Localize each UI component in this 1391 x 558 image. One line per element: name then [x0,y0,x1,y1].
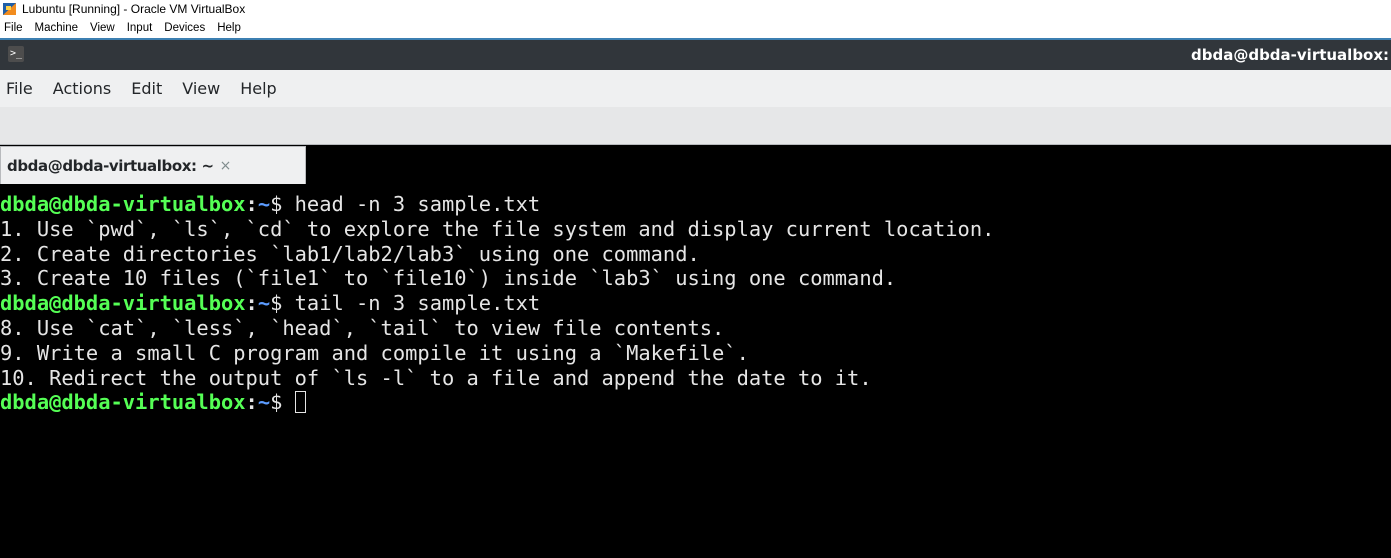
terminal-cursor [294,391,306,414]
guest-titlebar[interactable]: >_ dbda@dbda-virtualbox: ~ [0,40,1391,70]
tab-terminal[interactable]: dbda@dbda-virtualbox: ~ × [0,146,306,184]
host-menu-devices[interactable]: Devices [158,18,211,38]
prompt-line: dbda@dbda-virtualbox:~$ tail -n 3 sample… [0,291,994,316]
host-menu-help[interactable]: Help [211,18,247,38]
output-line: 3. Create 10 files (`file1` to `file10`)… [0,266,897,291]
prompt-path: ~ [257,390,271,415]
close-icon[interactable]: × [220,158,232,174]
prompt-symbol: $ [270,291,283,316]
menu-actions[interactable]: Actions [43,79,121,98]
prompt-user: dbda@dbda-virtualbox [0,192,246,216]
output-line: 9. Write a small C program and compile i… [0,340,749,365]
virtualbox-logo-icon [3,2,17,16]
terminal-icon[interactable]: >_ [8,46,24,62]
command-text [282,390,294,414]
prompt-symbol: $ [270,192,283,216]
prompt-colon: : [245,291,258,316]
prompt-line: dbda@dbda-virtualbox:~$ [0,390,994,415]
command-text: head -n 3 sample.txt [282,192,541,216]
host-menu-machine[interactable]: Machine [29,18,84,38]
prompt-user: dbda@dbda-virtualbox [0,291,246,316]
prompt-line: dbda@dbda-virtualbox:~$ head -n 3 sample… [0,192,994,217]
prompt-user: dbda@dbda-virtualbox [0,390,246,415]
guest-window-title: dbda@dbda-virtualbox: ~ [1191,46,1391,64]
output-line: 2. Create directories `lab1/lab2/lab3` u… [0,241,700,266]
command-text: tail -n 3 sample.txt [282,291,541,316]
host-menubar: File Machine View Input Devices Help [0,18,1391,38]
menu-file[interactable]: File [0,79,43,98]
prompt-colon: : [245,390,258,415]
prompt-symbol: $ [270,390,283,415]
host-menu-view[interactable]: View [84,18,121,38]
terminal-menubar: File Actions Edit View Help [0,70,1391,107]
menu-view[interactable]: View [172,79,230,98]
output-line: 8. Use `cat`, `less`, `head`, `tail` to … [0,315,725,340]
menu-help[interactable]: Help [230,79,286,98]
output-line: 10. Redirect the output of `ls -l` to a … [0,365,872,390]
prompt-path: ~ [257,192,271,216]
host-titlebar[interactable]: Lubuntu [Running] - Oracle VM VirtualBox [0,0,1391,18]
menu-edit[interactable]: Edit [121,79,172,98]
terminal-view[interactable]: dbda@dbda-virtualbox:~$ head -n 3 sample… [0,184,1391,558]
output-line: 1. Use `pwd`, `ls`, `cd` to explore the … [0,216,995,241]
host-menu-file[interactable]: File [0,18,29,38]
tab-bar [0,107,1391,145]
prompt-path: ~ [257,291,271,316]
host-menu-input[interactable]: Input [121,18,159,38]
tab-label: dbda@dbda-virtualbox: ~ [7,156,214,175]
terminal-output: dbda@dbda-virtualbox:~$ head -n 3 sample… [0,192,994,415]
prompt-colon: : [245,192,258,216]
host-window-title: Lubuntu [Running] - Oracle VM VirtualBox [22,2,246,16]
